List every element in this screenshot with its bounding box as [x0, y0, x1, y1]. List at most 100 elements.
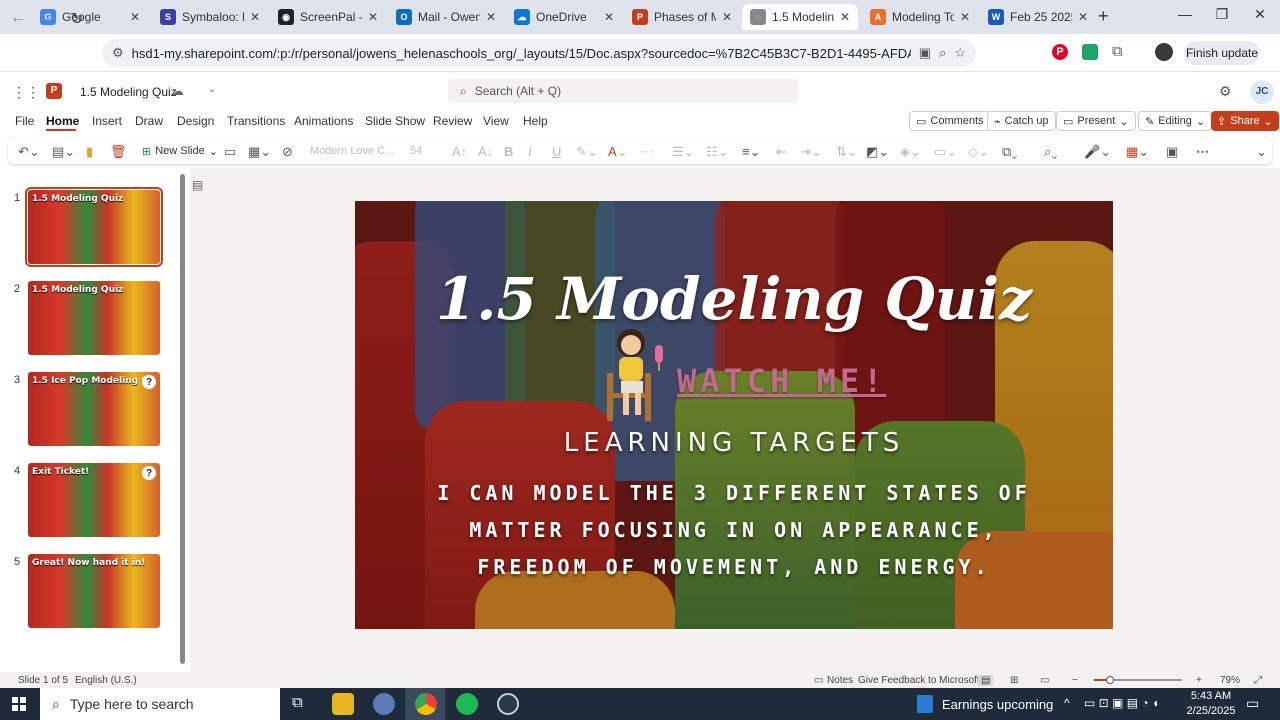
find-icon[interactable]: ⌕⌄ [1044, 144, 1057, 160]
font-color-icon[interactable]: A⌄ [608, 144, 628, 160]
increase-indent-icon[interactable]: ⇥⌄ [800, 144, 822, 160]
minimize-icon[interactable]: — [1170, 6, 1200, 22]
tray-icons[interactable]: ▭ ⊡ ▣ ▤ ◔ ◖ [1084, 696, 1159, 710]
editing-mode-button[interactable]: ✎ Editing ⌄ [1138, 111, 1213, 131]
tab-close-icon[interactable]: ✕ [722, 10, 732, 24]
italic-icon[interactable]: I [528, 144, 532, 159]
menu-tab-slide-show[interactable]: Slide Show [365, 114, 425, 128]
zoom-level[interactable]: 79% [1220, 675, 1240, 686]
taskbar-search[interactable]: ⌕ Type here to search [40, 688, 280, 720]
site-info-icon[interactable]: ⚙ [112, 45, 124, 61]
zoom-out-icon[interactable]: − [1072, 675, 1078, 686]
slide-thumbnail[interactable]: 1.5 Modeling Quiz [28, 281, 160, 355]
menu-tab-view[interactable]: View [483, 114, 509, 128]
weather-widget-text[interactable]: Earnings upcoming [942, 697, 1053, 712]
menu-tab-review[interactable]: Review [433, 114, 472, 128]
panel-toggle-icon[interactable]: ▤ [192, 178, 203, 192]
notification-icon[interactable]: ▭ [1246, 695, 1259, 712]
designer-icon[interactable]: ▦⌄ [1126, 144, 1149, 160]
extension-icon[interactable] [1082, 44, 1098, 60]
close-window-icon[interactable]: ✕ [1245, 6, 1275, 23]
chevron-up-icon[interactable]: ^ [1064, 696, 1070, 710]
ribbon-collapse-icon[interactable]: ⌄ [1256, 144, 1267, 160]
slide-thumbnail[interactable]: Exit Ticket!? [28, 463, 160, 537]
user-avatar[interactable]: JC [1250, 80, 1274, 104]
menu-tab-draw[interactable]: Draw [135, 114, 163, 128]
slide-sorter-icon[interactable]: ⊞ [1010, 675, 1018, 686]
thumbnail-scrollbar[interactable] [180, 174, 185, 664]
shapes-icon[interactable]: ◩⌄ [866, 144, 889, 160]
browser-tab[interactable]: S Symbaloo: Bo ✕ [152, 4, 268, 30]
screen-recorder-icon[interactable] [497, 693, 519, 715]
align-icon[interactable]: ≡⌄ [742, 144, 760, 160]
feedback-link[interactable]: Give Feedback to Microsoft [858, 675, 980, 686]
chrome-icon[interactable] [415, 693, 437, 715]
clock-date[interactable]: 2/25/2025 [1180, 705, 1242, 717]
zoom-icon[interactable]: ⌕ [939, 45, 946, 61]
highlight-icon[interactable]: ✎⌄ [576, 144, 598, 160]
notes-button[interactable]: Notes [827, 675, 853, 686]
tab-close-icon[interactable]: ✕ [486, 10, 496, 24]
add-in-icon[interactable]: ▣ [1166, 144, 1178, 160]
slide-thumbnail[interactable]: 1.5 Ice Pop Modeling Quiz? [28, 372, 160, 446]
menu-tab-animations[interactable]: Animations [294, 114, 353, 128]
tab-close-icon[interactable]: ✕ [250, 10, 260, 24]
browser-tab[interactable]: W Feb 25 2025 ✕ [980, 4, 1096, 30]
slide-canvas[interactable]: 1.5 Modeling Quiz WATCH ME! LEARNING TAR… [355, 201, 1113, 629]
shape-fill-icon[interactable]: ◈⌄ [900, 144, 921, 160]
text-direction-icon[interactable]: ⇅⌄ [836, 144, 858, 160]
present-button[interactable]: ▭ Present ⌄ [1056, 111, 1136, 131]
undo-icon[interactable]: ↶⌄ [18, 144, 40, 160]
catch-up-button[interactable]: ⌁ Catch up [987, 111, 1056, 131]
url-text[interactable]: hsd1-my.sharepoint.com/:p:/r/personal/jo… [132, 46, 911, 61]
fit-slide-icon[interactable]: ⤢ [1254, 675, 1262, 686]
menu-tab-insert[interactable]: Insert [92, 114, 122, 128]
browser-tab[interactable]: O Mail - Owens ✕ [388, 4, 504, 30]
task-view-icon[interactable]: ⧉ [292, 694, 303, 711]
dictate-icon[interactable]: 🎤⌄ [1084, 144, 1111, 160]
clock-time[interactable]: 5:43 AM [1186, 690, 1236, 702]
search-box[interactable]: ⌕ Search (Alt + Q) [448, 79, 798, 103]
install-icon[interactable]: ▣ [919, 45, 931, 61]
increase-font-icon[interactable]: A↑ [452, 144, 467, 159]
normal-view-icon[interactable]: ▤ [978, 675, 994, 686]
address-bar[interactable]: ⚙ hsd1-my.sharepoint.com/:p:/r/personal/… [102, 39, 976, 67]
browser-tab[interactable]: ◉ ScreenPal - V ✕ [270, 4, 386, 30]
font-size-select[interactable]: 54 [410, 145, 422, 157]
format-painter-icon[interactable]: ▮ [86, 144, 93, 160]
new-slide-button[interactable]: ⊞ New Slide ⌄ [142, 145, 218, 158]
menu-tab-file[interactable]: File [15, 114, 34, 128]
slide-thumbnail[interactable]: Great! Now hand it in! [28, 554, 160, 628]
spotify-icon[interactable] [456, 693, 478, 715]
decrease-indent-icon[interactable]: ⇤ [776, 144, 787, 160]
file-explorer-icon[interactable] [332, 693, 354, 715]
new-tab-icon[interactable]: + [1098, 6, 1109, 27]
delete-icon[interactable]: 🗑 [110, 144, 127, 160]
tab-close-icon[interactable]: ✕ [130, 10, 140, 24]
menu-tab-design[interactable]: Design [177, 114, 214, 128]
hide-slide-icon[interactable]: ⊘ [282, 144, 293, 160]
finish-update-button[interactable]: Finish update [1184, 41, 1260, 65]
menu-tab-home[interactable]: Home [46, 114, 79, 128]
bold-icon[interactable]: B [504, 144, 513, 159]
tab-close-icon[interactable]: ✕ [368, 10, 378, 24]
more-options-icon[interactable]: ⋯ [1196, 144, 1209, 160]
language-indicator[interactable]: English (U.S.) [75, 675, 137, 686]
stocks-widget-icon[interactable] [917, 695, 933, 713]
title-dropdown-icon[interactable]: ⌄ [208, 84, 216, 95]
zoom-in-icon[interactable]: + [1196, 675, 1202, 686]
tab-close-icon[interactable]: ✕ [840, 10, 850, 24]
extensions-puzzle-icon[interactable]: ⧉ [1112, 43, 1123, 60]
settings-gear-icon[interactable]: ⚙ [1219, 83, 1232, 100]
comment-insert-icon[interactable]: ▭ [224, 144, 236, 160]
layout-icon[interactable]: ▦⌄ [248, 144, 271, 160]
numbering-icon[interactable]: ☷⌄ [706, 144, 729, 160]
paste-icon[interactable]: ▤⌄ [52, 144, 75, 160]
browser-tab[interactable]: ◌ 1.5 Modeling ✕ [742, 4, 858, 30]
profile-avatar[interactable] [1155, 43, 1173, 61]
bullets-icon[interactable]: ☰⌄ [672, 144, 695, 160]
share-button[interactable]: ⇪ Share ⌄ [1211, 111, 1279, 131]
decrease-font-icon[interactable]: A↓ [478, 144, 493, 159]
zoom-slider-thumb[interactable] [1106, 676, 1114, 684]
reload-icon[interactable]: ↻ [70, 9, 83, 29]
